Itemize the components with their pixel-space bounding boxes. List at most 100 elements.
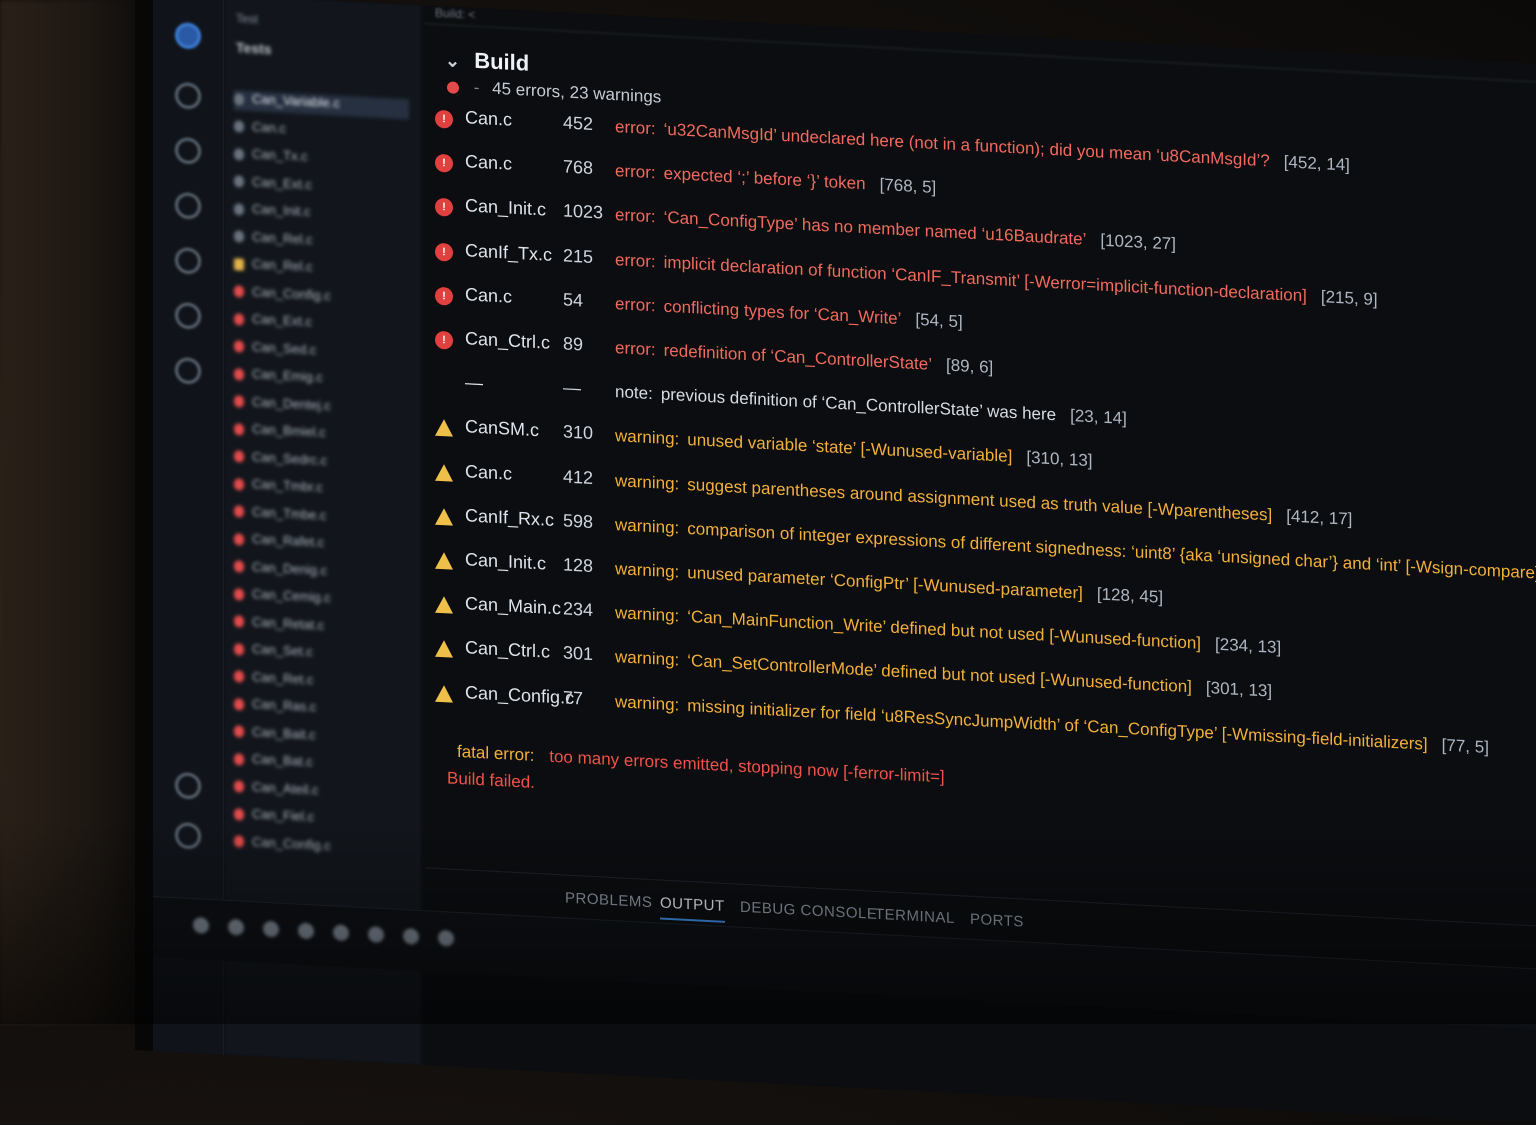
diagnostic-message: error: expected ‘;’ before ‘}’ token [768,…	[615, 161, 936, 198]
build-section-header[interactable]: ⌄ Build	[445, 46, 529, 76]
tab-output[interactable]: OUTPUT	[660, 894, 725, 923]
explorer-file-item[interactable]: Can_Rel.c	[234, 228, 409, 257]
tab-problems[interactable]: PROBLEMS	[565, 890, 652, 912]
warning-triangle-icon	[435, 684, 453, 703]
tab-debug-console[interactable]: DEBUG CONSOLE	[740, 899, 877, 923]
diagnostic-file[interactable]: Can.c	[465, 151, 512, 174]
explorer-file-item[interactable]: Can_Emig.c	[234, 365, 409, 394]
diagnostic-file[interactable]: Can_Init.c	[465, 196, 546, 221]
diagnostic-text: redefinition of ‘Can_ControllerState’	[663, 340, 932, 374]
chevron-down-icon[interactable]: ⌄	[445, 50, 460, 71]
explorer-file-item[interactable]: Can_Ext.c	[234, 173, 409, 202]
diagnostic-file[interactable]: CanSM.c	[465, 417, 539, 442]
diagnostic-location[interactable]: [128, 45]	[1097, 584, 1163, 606]
diagnostic-location[interactable]: [89, 6]	[946, 356, 993, 377]
diagnostic-file[interactable]: Can.c	[465, 284, 512, 307]
explorer-file-item[interactable]: Can_Rafet.c	[234, 530, 409, 559]
explorer-file-item[interactable]: Can_Variable.c	[234, 90, 409, 120]
diagnostic-file[interactable]: Can.c	[465, 107, 512, 130]
diagnostic-file[interactable]: CanIf_Rx.c	[465, 505, 554, 531]
explorer-file-item[interactable]: Can_Rel.c	[234, 255, 409, 284]
status-icon[interactable]	[193, 917, 209, 934]
explorer-file-item[interactable]: Can_Config.c	[234, 283, 409, 312]
explorer-file-item[interactable]: Can_Denig.c	[234, 558, 409, 587]
status-icon[interactable]	[403, 928, 419, 945]
diagnostic-location[interactable]: [215, 9]	[1321, 287, 1378, 309]
explorer-file-item[interactable]: Can_Init.c	[234, 200, 409, 229]
file-icon	[234, 202, 244, 216]
explorer-file-item[interactable]: Can_Ret.c	[234, 668, 409, 697]
diagnostic-file[interactable]: —	[465, 372, 483, 394]
tab-ports[interactable]: PORTS	[970, 911, 1024, 931]
explorer-file-item[interactable]: Can_Tx.c	[234, 145, 409, 174]
status-icon[interactable]	[368, 926, 384, 944]
search-icon[interactable]	[175, 82, 201, 110]
diagnostic-line-number: 310	[563, 421, 594, 444]
warning-triangle-icon	[435, 551, 453, 570]
diagnostic-line-number: —	[563, 377, 581, 399]
explorer-file-label: Can_Bat.c	[252, 751, 313, 770]
fatal-label: fatal error:	[457, 741, 535, 765]
explorer-file-item[interactable]: Can_Retat.c	[234, 613, 409, 642]
explorer-file-label: Can_Ras.c	[252, 696, 317, 715]
explorer-icon[interactable]	[175, 22, 201, 50]
explorer-file-item[interactable]: Can_Bat.c	[234, 750, 409, 779]
explorer-file-item[interactable]: Can_Bait.c	[234, 723, 409, 752]
diagnostic-location[interactable]: [234, 13]	[1215, 635, 1281, 657]
error-circle-icon	[234, 312, 244, 326]
diagnostic-location[interactable]: [77, 5]	[1442, 735, 1489, 756]
tab-terminal[interactable]: TERMINAL	[875, 906, 955, 927]
explorer-file-item[interactable]: Can_Fiel.c	[234, 805, 409, 834]
explorer-file-label: Can_Emig.c	[252, 366, 323, 385]
diagnostic-location[interactable]: [768, 5]	[880, 175, 937, 197]
explorer-file-item[interactable]: Can.c	[234, 118, 409, 147]
explorer-file-item[interactable]: Can_Tmbr.c	[234, 475, 409, 504]
account-icon[interactable]	[175, 772, 201, 800]
diagnostic-location[interactable]: [23, 14]	[1070, 406, 1127, 428]
error-circle-icon	[234, 587, 244, 601]
diagnostic-file[interactable]: Can_Ctrl.c	[465, 638, 550, 663]
diagnostic-location[interactable]: [310, 13]	[1026, 448, 1092, 470]
explorer-section-label: Test	[236, 11, 259, 27]
summary-separator: -	[473, 77, 480, 98]
status-icon[interactable]	[263, 920, 279, 938]
explorer-file-item[interactable]: Can_Sedrc.c	[234, 448, 409, 477]
explorer-file-label: Can_Cemig.c	[252, 586, 331, 606]
diagnostic-file[interactable]: Can_Config.c	[465, 682, 574, 709]
diagnostic-location[interactable]: [54, 5]	[915, 310, 962, 331]
explorer-file-item[interactable]: Can_Sed.c	[234, 338, 409, 367]
remote-icon[interactable]	[175, 357, 201, 385]
warning-triangle-icon	[435, 640, 453, 659]
panel-tabs: PROBLEMS OUTPUT DEBUG CONSOLE TERMINAL PORTS	[425, 867, 1536, 988]
diagnostic-file[interactable]: Can_Main.c	[465, 593, 561, 619]
explorer-file-item[interactable]: Can_Dentej.c	[234, 393, 409, 422]
explorer-file-item[interactable]: Can_Ext.c	[234, 310, 409, 339]
run-debug-icon[interactable]	[175, 192, 201, 220]
status-icon[interactable]	[333, 924, 349, 942]
diagnostic-location[interactable]: [412, 17]	[1286, 506, 1352, 528]
explorer-file-item[interactable]: Can_Ateil.c	[234, 778, 409, 807]
explorer-file-item[interactable]: Can_Tmbe.c	[234, 503, 409, 532]
source-control-icon[interactable]	[175, 137, 201, 165]
extensions-icon[interactable]	[175, 247, 201, 275]
diagnostic-location[interactable]: [1023, 27]	[1100, 231, 1176, 254]
explorer-file-item[interactable]: Can_Cemig.c	[234, 585, 409, 614]
explorer-header: Tests	[236, 39, 272, 58]
explorer-file-label: Can_Bait.c	[252, 723, 316, 742]
diagnostic-location[interactable]: [452, 14]	[1284, 152, 1350, 174]
status-icon[interactable]	[298, 922, 314, 940]
explorer-file-item[interactable]: Can_Set.c	[234, 640, 409, 669]
settings-gear-icon[interactable]	[175, 822, 201, 850]
diagnostic-line-number: 1023	[563, 200, 604, 223]
explorer-file-item[interactable]: Can_Config.c	[234, 833, 409, 862]
explorer-file-item[interactable]: Can_Ras.c	[234, 695, 409, 724]
diagnostic-file[interactable]: Can.c	[465, 461, 512, 484]
testing-icon[interactable]	[175, 302, 201, 330]
explorer-file-item[interactable]: Can_Bmiel.c	[234, 420, 409, 449]
diagnostic-file[interactable]: Can_Init.c	[465, 549, 546, 574]
diagnostic-location[interactable]: [301, 13]	[1206, 679, 1272, 701]
diagnostic-file[interactable]: Can_Ctrl.c	[465, 328, 550, 353]
diagnostic-severity-label: warning:	[615, 691, 680, 715]
diagnostic-file[interactable]: CanIf_Tx.c	[465, 240, 552, 266]
status-icon[interactable]	[228, 918, 244, 936]
